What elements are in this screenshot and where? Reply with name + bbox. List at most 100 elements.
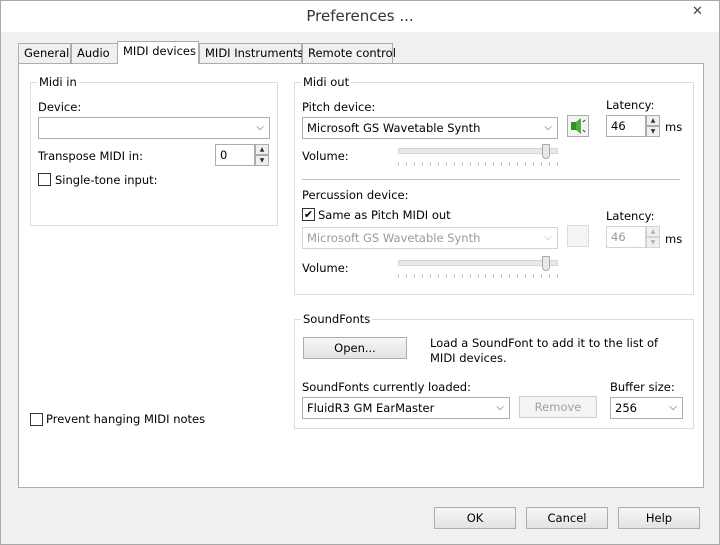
spin-down-icon[interactable]: ▼ xyxy=(646,237,660,248)
slider-tick xyxy=(557,162,558,166)
latency-unit: ms xyxy=(665,120,683,134)
ok-button[interactable]: OK xyxy=(434,507,516,529)
buffer-size-select[interactable]: 256 ⌵ xyxy=(610,397,683,419)
latency-label: Latency: xyxy=(606,98,655,112)
midi-in-device-select[interactable]: ⌵ xyxy=(38,117,270,139)
slider-tick xyxy=(525,162,527,166)
tab-midi-devices[interactable]: MIDI devices xyxy=(117,41,199,64)
soundfonts-loaded-select[interactable]: FluidR3 GM EarMaster ⌵ xyxy=(302,397,510,419)
chevron-down-icon: ⌵ xyxy=(669,402,677,413)
perc-volume-thumb[interactable] xyxy=(542,256,551,271)
slider-tick xyxy=(509,274,511,278)
soundfonts-group: SoundFonts Open... Load a SoundFont to a… xyxy=(294,312,694,429)
slider-tick xyxy=(421,274,423,278)
slider-tick xyxy=(509,162,511,166)
midi-out-title: Midi out xyxy=(301,75,352,89)
pitch-device-settings-button[interactable] xyxy=(567,115,589,137)
tab-remote-control[interactable]: Remote control xyxy=(302,43,396,63)
soundfonts-title: SoundFonts xyxy=(301,312,373,326)
transpose-input[interactable]: 0 xyxy=(215,144,255,166)
spin-up-icon[interactable]: ▲ xyxy=(646,115,660,126)
slider-tick xyxy=(501,162,503,166)
perc-latency-stepper[interactable]: ▲ ▼ xyxy=(646,226,660,248)
slider-tick xyxy=(461,162,463,166)
slider-tick xyxy=(429,162,431,166)
tab-general[interactable]: General xyxy=(18,43,71,63)
slider-tick xyxy=(501,274,503,278)
pitch-device-label: Pitch device: xyxy=(302,100,376,114)
spin-up-icon[interactable]: ▲ xyxy=(646,226,660,237)
tab-audio[interactable]: Audio xyxy=(71,43,118,63)
section-divider xyxy=(302,179,680,180)
transpose-stepper[interactable]: ▲ ▼ xyxy=(255,144,269,166)
help-button[interactable]: Help xyxy=(618,507,700,529)
slider-tick xyxy=(405,162,407,166)
volume-label: Volume: xyxy=(302,149,349,163)
slider-tick xyxy=(557,274,558,278)
slider-tick xyxy=(485,162,487,166)
slider-tick xyxy=(453,274,455,278)
chevron-down-icon: ⌵ xyxy=(256,122,264,133)
latency-input[interactable]: 46 xyxy=(606,115,646,137)
remove-soundfont-button[interactable]: Remove xyxy=(519,396,597,418)
latency-stepper[interactable]: ▲ ▼ xyxy=(646,115,660,137)
midi-in-group: Midi in Device: ⌵ Transpose MIDI in: 0 ▲… xyxy=(30,75,278,226)
percussion-device-value: Microsoft GS Wavetable Synth xyxy=(307,231,481,245)
slider-tick xyxy=(485,274,487,278)
chevron-down-icon: ⌵ xyxy=(544,122,552,133)
cancel-button[interactable]: Cancel xyxy=(526,507,608,529)
soundfonts-loaded-value: FluidR3 GM EarMaster xyxy=(307,401,435,415)
midi-in-title: Midi in xyxy=(37,75,79,89)
perc-volume-label: Volume: xyxy=(302,261,349,275)
slider-tick xyxy=(533,162,535,166)
slider-tick xyxy=(549,274,551,278)
perc-latency-unit: ms xyxy=(665,232,683,246)
slider-tick xyxy=(469,274,471,278)
pitch-volume-slider[interactable] xyxy=(398,148,558,154)
slider-tick xyxy=(541,274,543,278)
chevron-down-icon: ⌵ xyxy=(544,232,552,243)
preferences-window: Preferences ... ✕ General Audio MIDI dev… xyxy=(0,0,720,545)
slider-tick xyxy=(437,274,439,278)
slider-tick xyxy=(549,162,551,166)
soundfonts-description: Load a SoundFont to add it to the list o… xyxy=(430,336,659,365)
prevent-hanging-checkbox[interactable] xyxy=(30,413,43,426)
tab-midi-instruments[interactable]: MIDI Instruments xyxy=(199,43,303,63)
chevron-down-icon: ⌵ xyxy=(496,402,504,413)
slider-tick xyxy=(405,274,407,278)
single-tone-checkbox[interactable] xyxy=(38,173,51,186)
buffer-size-label: Buffer size: xyxy=(610,380,675,394)
percussion-device-label: Percussion device: xyxy=(302,188,409,202)
pitch-volume-thumb[interactable] xyxy=(542,144,551,159)
slider-tick xyxy=(477,274,479,278)
perc-volume-slider[interactable] xyxy=(398,260,558,266)
slider-tick xyxy=(445,274,447,278)
transpose-label: Transpose MIDI in: xyxy=(38,149,144,163)
soundfonts-loaded-label: SoundFonts currently loaded: xyxy=(302,380,471,394)
pitch-device-select[interactable]: Microsoft GS Wavetable Synth ⌵ xyxy=(302,117,558,139)
slider-tick xyxy=(398,162,399,166)
perc-volume-ticks xyxy=(398,274,558,278)
slider-tick xyxy=(413,274,415,278)
perc-latency-label: Latency: xyxy=(606,209,655,223)
open-soundfont-button[interactable]: Open... xyxy=(303,337,407,359)
speaker-icon xyxy=(571,118,586,134)
same-as-pitch-checkbox[interactable]: ✔ xyxy=(302,208,315,221)
prevent-hanging-label: Prevent hanging MIDI notes xyxy=(46,412,206,426)
pitch-device-value: Microsoft GS Wavetable Synth xyxy=(307,121,481,135)
slider-tick xyxy=(525,274,527,278)
slider-tick xyxy=(398,274,399,278)
spin-down-icon[interactable]: ▼ xyxy=(646,126,660,137)
slider-tick xyxy=(517,274,519,278)
single-tone-label: Single-tone input: xyxy=(55,173,158,187)
slider-tick xyxy=(429,274,431,278)
device-label: Device: xyxy=(38,100,82,114)
spin-down-icon[interactable]: ▼ xyxy=(255,155,269,166)
percussion-device-select[interactable]: Microsoft GS Wavetable Synth ⌵ xyxy=(302,227,558,249)
slider-tick xyxy=(477,162,479,166)
close-icon[interactable]: ✕ xyxy=(684,2,711,22)
spin-up-icon[interactable]: ▲ xyxy=(255,144,269,155)
percussion-device-settings-button[interactable] xyxy=(567,225,589,247)
slider-tick xyxy=(533,274,535,278)
perc-latency-input[interactable]: 46 xyxy=(606,226,646,248)
